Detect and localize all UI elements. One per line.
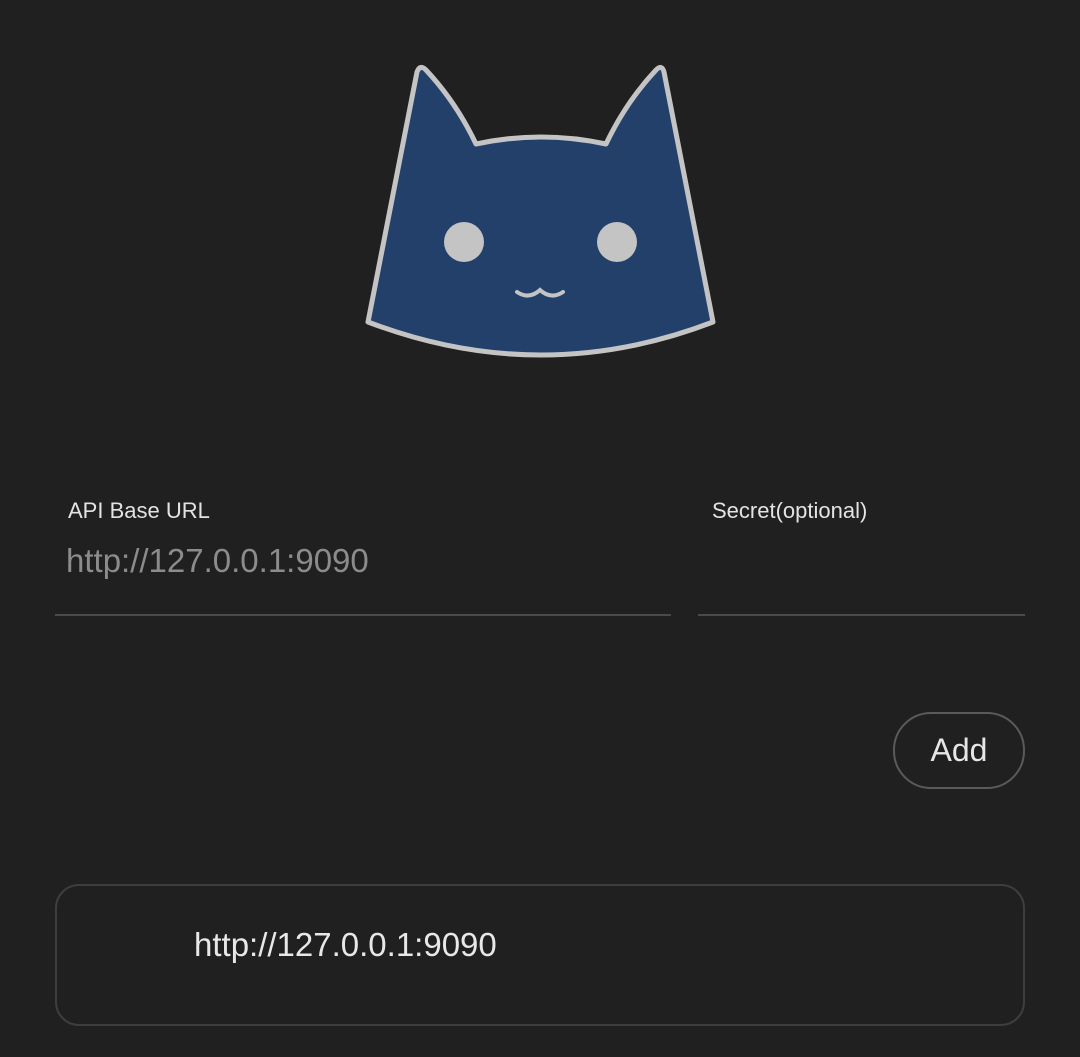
api-base-url-input[interactable] xyxy=(66,540,656,582)
cat-head-shape xyxy=(365,64,716,358)
api-base-url-field[interactable]: API Base URL xyxy=(55,490,671,618)
server-list: http://127.0.0.1:9090 xyxy=(55,884,1025,1026)
secret-underline xyxy=(698,614,1025,616)
cat-face-icon xyxy=(365,64,716,358)
secret-field[interactable]: Secret(optional) xyxy=(698,490,1025,618)
secret-input[interactable] xyxy=(712,540,1012,582)
cat-left-eye xyxy=(444,222,484,262)
add-button[interactable]: Add xyxy=(893,712,1025,789)
cat-right-eye xyxy=(597,222,637,262)
server-url: http://127.0.0.1:9090 xyxy=(194,926,497,963)
server-item[interactable]: http://127.0.0.1:9090 xyxy=(55,884,1025,1026)
api-base-url-label: API Base URL xyxy=(68,498,210,523)
api-base-url-underline xyxy=(55,614,671,616)
secret-label: Secret(optional) xyxy=(712,498,868,523)
